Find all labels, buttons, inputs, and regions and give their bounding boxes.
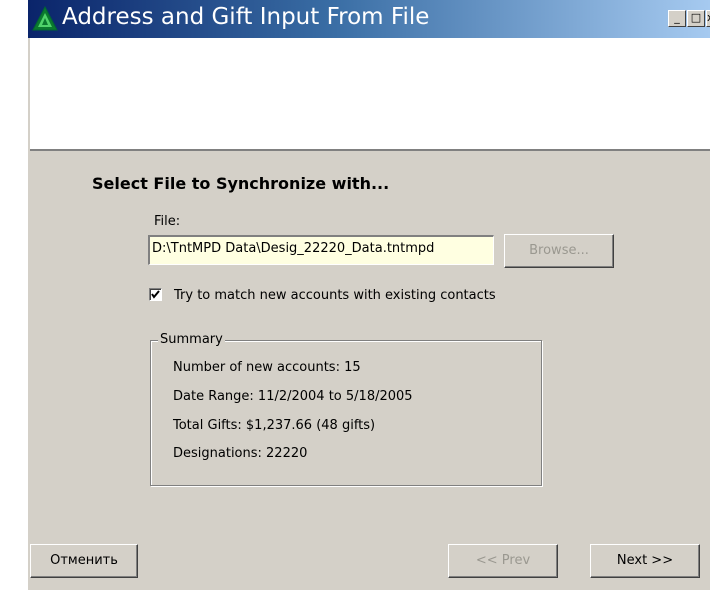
close-button[interactable]: x <box>706 10 710 27</box>
designations-line: Designations: 22220 <box>173 446 308 461</box>
file-path-input[interactable]: D:\TntMPD Data\Desig_22220_Data.tntmpd <box>148 235 494 265</box>
summary-title: Summary <box>158 332 225 347</box>
next-button[interactable]: Next >> <box>590 544 700 578</box>
header-panel <box>30 38 710 151</box>
app-triangle-icon <box>32 6 58 31</box>
maximize-icon: □ <box>690 11 702 24</box>
section-heading: Select File to Synchronize with... <box>92 174 390 193</box>
minimize-icon: _ <box>674 11 680 24</box>
title-bar[interactable]: Address and Gift Input From File _ □ x <box>28 0 710 38</box>
new-accounts-line: Number of new accounts: 15 <box>173 360 361 375</box>
checkmark-icon <box>151 290 160 299</box>
total-gifts-line: Total Gifts: $1,237.66 (48 gifts) <box>173 418 376 433</box>
match-accounts-label[interactable]: Try to match new accounts with existing … <box>174 288 496 303</box>
match-accounts-checkbox[interactable] <box>149 288 162 301</box>
file-label: File: <box>154 214 181 229</box>
page-margin <box>0 0 28 590</box>
maximize-button[interactable]: □ <box>687 10 705 27</box>
minimize-button[interactable]: _ <box>668 10 686 27</box>
cancel-button[interactable]: Отменить <box>30 544 138 578</box>
browse-button[interactable]: Browse... <box>504 234 614 268</box>
date-range-line: Date Range: 11/2/2004 to 5/18/2005 <box>173 389 413 404</box>
dialog-window: Address and Gift Input From File _ □ x S… <box>28 0 710 590</box>
prev-button[interactable]: << Prev <box>448 544 558 578</box>
window-title: Address and Gift Input From File <box>62 4 430 30</box>
